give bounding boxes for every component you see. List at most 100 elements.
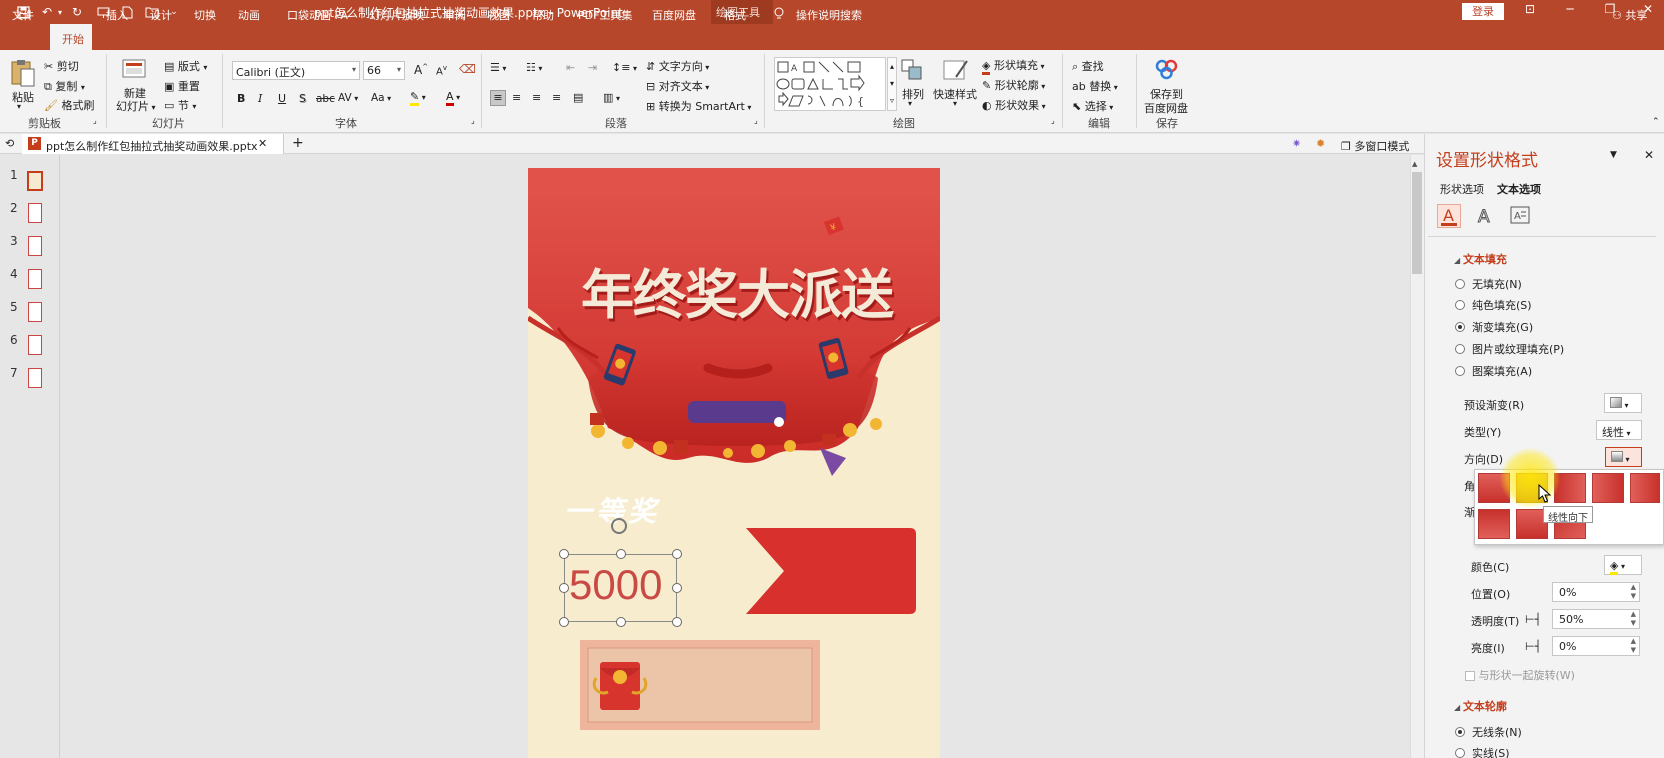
resize-handle[interactable] (616, 617, 626, 627)
text-shadow-button[interactable]: S (299, 92, 306, 105)
fill-option-radio[interactable]: 图片或纹理填充(P) (1455, 342, 1564, 356)
slide-thumbnail-number[interactable]: 7 (10, 366, 18, 380)
preset-gradient-dropdown[interactable]: ▾ (1604, 393, 1642, 413)
arrange-label[interactable]: 排列 (902, 86, 924, 102)
color-picker-button[interactable]: ◈ ▾ (1604, 555, 1642, 575)
text-effects-icon[interactable]: A (1476, 206, 1494, 229)
paste-dropdown-icon[interactable]: ▾ (17, 102, 21, 111)
shapes-gallery[interactable]: A { (774, 57, 886, 111)
fill-option-radio[interactable]: 图案填充(A) (1455, 364, 1532, 378)
radio-button[interactable] (1455, 366, 1465, 376)
transparency-slider-icon[interactable]: ⊢┤ (1525, 613, 1541, 626)
slide-thumbnail[interactable] (28, 236, 42, 256)
shape-outline-button[interactable]: ✎ 形状轮廓 ▾ (982, 77, 1045, 93)
strikethrough-button[interactable]: abc (316, 93, 335, 105)
slide-thumbnail[interactable] (28, 269, 42, 289)
justify-icon[interactable]: ≡ (552, 91, 561, 104)
scroll-up-icon[interactable]: ▲ (1412, 160, 1417, 168)
distribute-icon[interactable]: ▤ (573, 91, 583, 104)
clipboard-launcher-icon[interactable]: ⌟ (93, 116, 97, 125)
outline-option-radio[interactable]: 实线(S) (1455, 746, 1510, 758)
minimize-icon[interactable]: ─ (1560, 2, 1580, 20)
transparency-spinner[interactable]: 50% ▲ ▼ (1552, 609, 1640, 629)
new-tab-icon[interactable]: + (292, 135, 304, 151)
paragraph-launcher-icon[interactable]: ⌟ (754, 116, 758, 125)
tab-transitions[interactable]: 切换 (194, 7, 216, 23)
format-painter-button[interactable]: 🖌 格式刷 (44, 97, 94, 113)
bullets-button[interactable]: ☰ ▾ (490, 61, 506, 74)
tab-text-options[interactable]: 文本选项 (1497, 181, 1541, 197)
tab-view[interactable]: 视图 (488, 7, 510, 23)
tab-file[interactable]: 文件 (12, 7, 34, 23)
new-slide-label-2[interactable]: 幻灯片 ▾ (116, 98, 156, 114)
layout-button[interactable]: ▤ 版式 ▾ (164, 58, 207, 74)
slide-headline[interactable]: 年终奖大派送 (572, 253, 902, 329)
new-slide-icon[interactable] (122, 57, 148, 84)
direction-swatch-linear-left[interactable] (1630, 473, 1660, 503)
tab-format[interactable]: 格式 (724, 7, 746, 23)
collapse-ribbon-icon[interactable]: ⌃ (1652, 117, 1660, 127)
tab-insert[interactable]: 插入 (106, 7, 128, 23)
fill-option-radio[interactable]: 渐变填充(G) (1455, 320, 1533, 334)
increase-indent-icon[interactable]: ⇥ (588, 61, 597, 74)
highlight-color-button[interactable]: ✎ ▾ (410, 90, 426, 106)
font-name-combo[interactable]: Calibri (正文) ▾ (232, 61, 360, 80)
resize-handle[interactable] (559, 583, 569, 593)
textbox-layout-icon[interactable]: A (1510, 206, 1530, 227)
save-baidu-label-2[interactable]: 百度网盘 (1144, 100, 1188, 116)
tab-animations[interactable]: 动画 (238, 7, 260, 23)
slide-thumbnail-number[interactable]: 3 (10, 234, 18, 248)
tab-pdf-tools[interactable]: PDF工具集 (578, 7, 632, 23)
arrange-icon[interactable] (900, 58, 924, 85)
direction-swatch-linear-right[interactable] (1592, 473, 1624, 503)
copy-button[interactable]: ⧉ 复制 ▾ (44, 78, 85, 94)
undo-icon[interactable]: ↶ (38, 3, 56, 21)
radio-button[interactable] (1455, 322, 1465, 332)
paste-label[interactable]: 粘贴 (12, 89, 34, 105)
change-case-button[interactable]: Aa ▾ (371, 92, 391, 104)
cut-button[interactable]: ✂ 剪切 (44, 58, 79, 74)
radio-button[interactable] (1455, 279, 1465, 289)
shape-fill-button[interactable]: ◈ 形状填充 ▾ (982, 57, 1045, 75)
align-right-icon[interactable]: ≡ (532, 91, 541, 104)
underline-button[interactable]: U (278, 92, 286, 105)
direction-swatch-diagonal-bl[interactable] (1478, 509, 1510, 539)
slide-thumbnail[interactable] (28, 368, 42, 388)
convert-smartart-button[interactable]: ⊞ 转换为 SmartArt ▾ (646, 98, 751, 114)
resize-handle[interactable] (616, 549, 626, 559)
slide-thumbnail-number[interactable]: 6 (10, 333, 18, 347)
slide-thumbnail[interactable] (27, 171, 43, 191)
close-tab-icon[interactable]: ✕ (258, 137, 267, 150)
resize-handle[interactable] (559, 549, 569, 559)
radio-button[interactable] (1455, 344, 1465, 354)
position-spinner[interactable]: 0% ▲ ▼ (1552, 582, 1640, 602)
radio-button[interactable] (1455, 748, 1465, 758)
columns-button[interactable]: ▥ ▾ (603, 91, 620, 104)
rotate-with-shape-checkbox[interactable]: 与形状一起旋转(W) (1465, 667, 1575, 683)
slide-thumbnail[interactable] (28, 203, 42, 223)
multiwindow-button[interactable]: ❐ 多窗口模式 (1341, 138, 1409, 154)
vertical-scroll-thumb[interactable] (1412, 172, 1422, 274)
share-button[interactable]: ⚇ 共享 (1612, 7, 1647, 23)
tab-review[interactable]: 审阅 (444, 7, 466, 23)
shape-effects-button[interactable]: ◐ 形状效果 ▾ (982, 97, 1046, 113)
replace-button[interactable]: ab 替换 ▾ (1072, 78, 1118, 94)
shrink-font-button[interactable]: Av (436, 64, 447, 77)
resize-handle[interactable] (559, 617, 569, 627)
pane-options-dropdown-icon[interactable]: ▼ (1610, 150, 1617, 160)
arrange-dropdown-icon[interactable]: ▾ (908, 99, 912, 108)
clear-formatting-icon[interactable]: ⌫ (459, 62, 476, 76)
section-text-outline[interactable]: ◢ 文本轮廓 (1454, 698, 1507, 714)
section-button[interactable]: ▭ 节 ▾ (164, 97, 196, 113)
slide-thumbnail[interactable] (28, 302, 42, 322)
section-text-fill[interactable]: ◢ 文本填充 (1454, 251, 1507, 267)
shapes-gallery-scroll[interactable]: ▴ ▾ ▿ (887, 57, 897, 111)
font-launcher-icon[interactable]: ⌟ (471, 116, 475, 125)
quick-styles-icon[interactable] (942, 57, 970, 86)
quick-styles-dropdown-icon[interactable]: ▾ (953, 99, 957, 108)
drawing-launcher-icon[interactable]: ⌟ (1051, 116, 1055, 125)
text-direction-button[interactable]: ⇵ 文字方向 ▾ (646, 58, 709, 74)
tab-baidu-netdisk[interactable]: 百度网盘 (652, 7, 696, 23)
paste-button[interactable] (10, 58, 36, 91)
align-text-button[interactable]: ⊟ 对齐文本 ▾ (646, 78, 709, 94)
